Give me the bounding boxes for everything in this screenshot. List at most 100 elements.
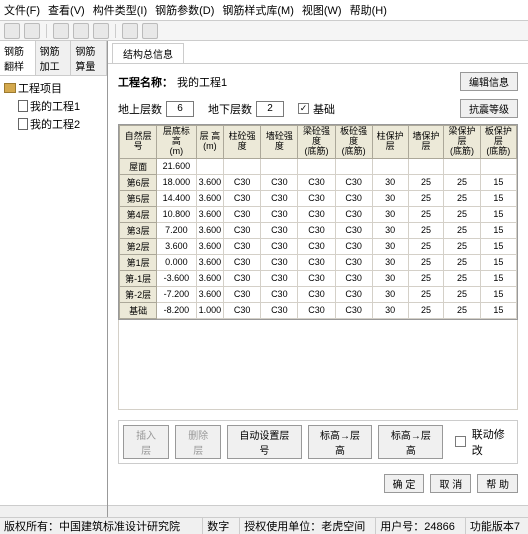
table-cell[interactable]: C30 xyxy=(298,174,335,190)
table-cell[interactable]: C30 xyxy=(224,174,261,190)
table-cell[interactable] xyxy=(261,158,298,174)
table-cell[interactable]: 30 xyxy=(372,222,408,238)
table-cell[interactable]: 3.600 xyxy=(196,206,224,222)
table-cell[interactable]: C30 xyxy=(335,238,372,254)
table-cell[interactable] xyxy=(196,158,224,174)
row-header[interactable]: 第2层 xyxy=(120,238,157,254)
table-cell[interactable]: 18.000 xyxy=(157,174,196,190)
table-cell[interactable]: 15 xyxy=(480,190,516,206)
table-cell[interactable]: 25 xyxy=(444,302,480,318)
table-cell[interactable]: 25 xyxy=(444,286,480,302)
table-cell[interactable]: 25 xyxy=(444,190,480,206)
table-cell[interactable]: 25 xyxy=(444,222,480,238)
menu-view[interactable]: 查看(V) xyxy=(48,2,85,18)
table-cell[interactable]: C30 xyxy=(224,286,261,302)
table-cell[interactable]: 30 xyxy=(372,190,408,206)
table-cell[interactable]: 1.000 xyxy=(196,302,224,318)
table-row[interactable]: 基础-8.2001.000C30C30C30C3030252515 xyxy=(120,302,517,318)
auto-number-button[interactable]: 自动设置层号 xyxy=(227,425,301,459)
row-header[interactable]: 第3层 xyxy=(120,222,157,238)
edit-info-button[interactable]: 编辑信息 xyxy=(460,72,518,91)
table-cell[interactable] xyxy=(298,158,335,174)
toolbar-icon-4[interactable] xyxy=(73,23,89,39)
table-cell[interactable]: C30 xyxy=(261,190,298,206)
table-cell[interactable]: C30 xyxy=(224,222,261,238)
table-cell[interactable]: C30 xyxy=(224,302,261,318)
table-cell[interactable]: 30 xyxy=(372,206,408,222)
elev-to-height-button[interactable]: 标高→层高 xyxy=(308,425,373,459)
table-cell[interactable]: C30 xyxy=(261,174,298,190)
table-cell[interactable]: 30 xyxy=(372,302,408,318)
row-header[interactable]: 第4层 xyxy=(120,206,157,222)
toolbar-icon-1[interactable] xyxy=(4,23,20,39)
table-cell[interactable]: C30 xyxy=(335,174,372,190)
below-floors-input[interactable] xyxy=(256,101,284,117)
ok-button[interactable]: 确 定 xyxy=(384,474,425,493)
table-cell[interactable]: C30 xyxy=(261,286,298,302)
table-cell[interactable]: 3.600 xyxy=(196,190,224,206)
table-row[interactable]: 第3层7.2003.600C30C30C30C3030252515 xyxy=(120,222,517,238)
toolbar-icon-7[interactable] xyxy=(142,23,158,39)
seismic-level-button[interactable]: 抗震等级 xyxy=(460,99,518,118)
table-cell[interactable]: 3.600 xyxy=(196,286,224,302)
tree-item-project1[interactable]: 我的工程1 xyxy=(4,98,103,114)
table-cell[interactable]: C30 xyxy=(224,254,261,270)
floor-table[interactable]: 自然层号层底标高(m)层 高(m)柱砼强度墙砼强度梁砼强度(底筋)板砼强度(底筋… xyxy=(118,124,518,320)
height-to-elev-button[interactable]: 标高→层高 xyxy=(378,425,443,459)
table-cell[interactable]: 25 xyxy=(444,254,480,270)
tab-rebar-detail[interactable]: 钢筋翻样 xyxy=(0,41,36,75)
table-cell[interactable]: 30 xyxy=(372,286,408,302)
table-cell[interactable] xyxy=(480,158,516,174)
table-cell[interactable]: 10.800 xyxy=(157,206,196,222)
table-cell[interactable] xyxy=(372,158,408,174)
table-cell[interactable]: C30 xyxy=(224,238,261,254)
insert-floor-button[interactable]: 插入层 xyxy=(123,425,169,459)
table-header[interactable]: 柱保护层 xyxy=(372,126,408,159)
table-cell[interactable]: 30 xyxy=(372,174,408,190)
table-cell[interactable]: C30 xyxy=(298,190,335,206)
table-cell[interactable]: -8.200 xyxy=(157,302,196,318)
table-cell[interactable]: 25 xyxy=(408,238,444,254)
table-cell[interactable]: 25 xyxy=(444,238,480,254)
table-cell[interactable]: 15 xyxy=(480,254,516,270)
toolbar-icon-3[interactable] xyxy=(53,23,69,39)
table-cell[interactable] xyxy=(408,158,444,174)
table-cell[interactable]: C30 xyxy=(224,190,261,206)
table-header[interactable]: 层 高(m) xyxy=(196,126,224,159)
menu-rebar-style[interactable]: 钢筋样式库(M) xyxy=(222,2,294,18)
tree-root[interactable]: 工程项目 xyxy=(4,80,103,96)
link-edit-checkbox[interactable] xyxy=(455,436,465,447)
table-cell[interactable]: C30 xyxy=(335,302,372,318)
table-header[interactable]: 墙砼强度 xyxy=(261,126,298,159)
table-cell[interactable]: C30 xyxy=(298,254,335,270)
table-cell[interactable]: 3.600 xyxy=(157,238,196,254)
menu-component[interactable]: 构件类型(I) xyxy=(93,2,147,18)
table-cell[interactable]: C30 xyxy=(298,302,335,318)
table-header[interactable]: 墙保护层 xyxy=(408,126,444,159)
tree-item-project2[interactable]: 我的工程2 xyxy=(4,116,103,132)
menu-help[interactable]: 帮助(H) xyxy=(350,2,387,18)
table-cell[interactable]: 3.600 xyxy=(196,238,224,254)
table-cell[interactable]: 7.200 xyxy=(157,222,196,238)
table-header[interactable]: 层底标高(m) xyxy=(157,126,196,159)
row-header[interactable]: 第5层 xyxy=(120,190,157,206)
table-cell[interactable]: 14.400 xyxy=(157,190,196,206)
cancel-button[interactable]: 取 消 xyxy=(430,474,471,493)
table-header[interactable]: 梁砼强度(底筋) xyxy=(298,126,335,159)
table-cell[interactable]: 30 xyxy=(372,238,408,254)
menu-viewport[interactable]: 视图(W) xyxy=(302,2,342,18)
table-cell[interactable]: 25 xyxy=(408,174,444,190)
table-cell[interactable]: C30 xyxy=(335,190,372,206)
table-cell[interactable]: C30 xyxy=(298,222,335,238)
table-row[interactable]: 第-2层-7.2003.600C30C30C30C3030252515 xyxy=(120,286,517,302)
tab-rebar-process[interactable]: 钢筋加工 xyxy=(36,41,72,75)
table-header[interactable]: 板保护层(底筋) xyxy=(480,126,516,159)
table-cell[interactable]: C30 xyxy=(261,270,298,286)
table-cell[interactable]: 3.600 xyxy=(196,222,224,238)
table-cell[interactable]: C30 xyxy=(261,206,298,222)
table-cell[interactable]: 15 xyxy=(480,222,516,238)
table-cell[interactable]: 30 xyxy=(372,270,408,286)
table-cell[interactable]: -3.600 xyxy=(157,270,196,286)
menu-rebar-param[interactable]: 钢筋参数(D) xyxy=(155,2,214,18)
row-header[interactable]: 第-1层 xyxy=(120,270,157,286)
